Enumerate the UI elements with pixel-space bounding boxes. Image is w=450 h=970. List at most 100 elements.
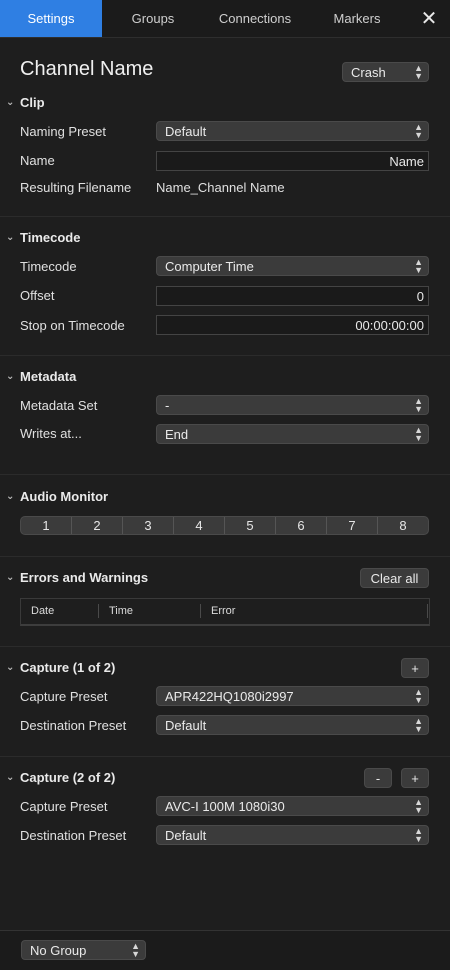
stop-on-timecode-label: Stop on Timecode — [20, 318, 125, 333]
capture-1-header-label: Capture (1 of 2) — [20, 660, 116, 675]
up-down-arrows-icon: ▲ ▼ — [414, 122, 423, 140]
up-down-arrows-icon: ▲ ▼ — [414, 396, 423, 414]
writes-at-popup[interactable]: End ▲ ▼ — [156, 424, 429, 444]
errors-section-header[interactable]: ⌄ Errors and Warnings — [6, 570, 148, 585]
divider — [0, 474, 450, 475]
metadata-set-value: - — [165, 397, 170, 413]
chevron-down-icon: ⌄ — [6, 232, 15, 243]
channel-title: Channel Name — [20, 58, 154, 80]
tab-markers[interactable]: Markers — [306, 0, 408, 37]
add-capture-button[interactable]: + — [401, 768, 429, 788]
errors-header-label: Errors and Warnings — [20, 570, 149, 585]
capture-2-destination-popup[interactable]: Default ▲ ▼ — [156, 825, 429, 845]
capture-2-preset-value: AVC-I 100M 1080i30 — [165, 798, 285, 814]
chevron-down-icon: ⌄ — [6, 572, 15, 583]
metadata-set-label: Metadata Set — [20, 398, 98, 413]
channel-mode-value: Crash — [351, 64, 386, 80]
divider — [0, 355, 450, 356]
stop-on-timecode-field[interactable]: 00:00:00:00 — [156, 315, 429, 335]
capture-2-preset-label: Capture Preset — [20, 799, 108, 814]
capture-1-destination-value: Default — [165, 717, 207, 733]
tab-groups[interactable]: Groups — [102, 0, 204, 37]
divider — [0, 216, 450, 217]
timecode-header-label: Timecode — [20, 230, 81, 245]
audio-channel-4[interactable]: 4 — [174, 517, 225, 534]
naming-preset-label: Naming Preset — [20, 124, 106, 139]
up-down-arrows-icon: ▲ ▼ — [414, 687, 423, 705]
capture-1-preset-popup[interactable]: APR422HQ1080i2997 ▲ ▼ — [156, 686, 429, 706]
name-field-value: Name — [389, 153, 424, 169]
capture-2-destination-value: Default — [165, 827, 207, 843]
offset-label: Offset — [20, 288, 55, 303]
audio-channel-2[interactable]: 2 — [72, 517, 123, 534]
audio-channel-1[interactable]: 1 — [21, 517, 72, 534]
capture-1-preset-label: Capture Preset — [20, 689, 108, 704]
name-label: Name — [20, 153, 55, 168]
resulting-filename-value: Name_Channel Name — [156, 180, 285, 195]
resulting-filename-label: Resulting Filename — [20, 180, 132, 195]
metadata-section-header[interactable]: ⌄ Metadata — [6, 369, 76, 384]
chevron-down-icon: ⌄ — [6, 371, 15, 382]
add-capture-button[interactable]: + — [401, 658, 429, 678]
chevron-down-icon: ⌄ — [6, 97, 15, 108]
group-value: No Group — [30, 942, 87, 958]
name-field[interactable]: Name — [156, 151, 429, 171]
timecode-popup[interactable]: Computer Time ▲ ▼ — [156, 256, 429, 276]
audio-channel-6[interactable]: 6 — [276, 517, 327, 534]
chevron-down-icon: ⌄ — [6, 491, 15, 502]
up-down-arrows-icon: ▲ ▼ — [131, 941, 140, 959]
chevron-down-icon: ⌄ — [6, 662, 15, 673]
channel-mode-popup[interactable]: Crash ▲ ▼ — [342, 62, 429, 82]
chevron-down-icon: ⌄ — [6, 772, 15, 783]
divider — [0, 646, 450, 647]
tab-bar: Settings Groups Connections Markers ✕ — [0, 0, 450, 38]
audio-channel-selector: 1 2 3 4 5 6 7 8 — [20, 516, 429, 535]
divider — [0, 556, 450, 557]
capture-1-destination-label: Destination Preset — [20, 718, 127, 733]
up-down-arrows-icon: ▲ ▼ — [414, 63, 423, 81]
capture-1-destination-popup[interactable]: Default ▲ ▼ — [156, 715, 429, 735]
close-icon[interactable]: ✕ — [408, 0, 450, 37]
group-popup[interactable]: No Group ▲ ▼ — [21, 940, 146, 960]
errors-column-error[interactable]: Error — [201, 599, 235, 623]
clip-header-label: Clip — [20, 95, 45, 110]
tab-settings[interactable]: Settings — [0, 0, 102, 37]
up-down-arrows-icon: ▲ ▼ — [414, 716, 423, 734]
naming-preset-popup[interactable]: Default ▲ ▼ — [156, 121, 429, 141]
up-down-arrows-icon: ▲ ▼ — [414, 826, 423, 844]
remove-capture-button[interactable]: - — [364, 768, 392, 788]
clip-section-header[interactable]: ⌄ Clip — [6, 95, 45, 110]
column-separator — [427, 604, 428, 618]
up-down-arrows-icon: ▲ ▼ — [414, 797, 423, 815]
capture-1-preset-value: APR422HQ1080i2997 — [165, 688, 294, 704]
up-down-arrows-icon: ▲ ▼ — [414, 257, 423, 275]
clear-all-button[interactable]: Clear all — [360, 568, 429, 588]
timecode-section-header[interactable]: ⌄ Timecode — [6, 230, 80, 245]
audio-channel-7[interactable]: 7 — [327, 517, 378, 534]
timecode-label: Timecode — [20, 259, 77, 274]
timecode-value: Computer Time — [165, 258, 254, 274]
metadata-header-label: Metadata — [20, 369, 77, 384]
naming-preset-value: Default — [165, 123, 207, 139]
capture-1-section-header[interactable]: ⌄ Capture (1 of 2) — [6, 660, 115, 675]
errors-column-date[interactable]: Date — [21, 599, 54, 623]
up-down-arrows-icon: ▲ ▼ — [414, 425, 423, 443]
audio-monitor-section-header[interactable]: ⌄ Audio Monitor — [6, 489, 108, 504]
capture-2-header-label: Capture (2 of 2) — [20, 770, 116, 785]
metadata-set-popup[interactable]: - ▲ ▼ — [156, 395, 429, 415]
stop-on-timecode-value: 00:00:00:00 — [355, 317, 424, 333]
audio-channel-5[interactable]: 5 — [225, 517, 276, 534]
tab-connections[interactable]: Connections — [204, 0, 306, 37]
errors-table: Date Time Error — [20, 598, 430, 626]
capture-2-destination-label: Destination Preset — [20, 828, 127, 843]
capture-2-preset-popup[interactable]: AVC-I 100M 1080i30 ▲ ▼ — [156, 796, 429, 816]
divider — [0, 756, 450, 757]
audio-channel-8[interactable]: 8 — [378, 517, 428, 534]
errors-column-time[interactable]: Time — [99, 599, 133, 623]
audio-monitor-header-label: Audio Monitor — [20, 489, 109, 504]
writes-at-label: Writes at... — [20, 426, 82, 441]
capture-2-section-header[interactable]: ⌄ Capture (2 of 2) — [6, 770, 115, 785]
writes-at-value: End — [165, 426, 189, 442]
audio-channel-3[interactable]: 3 — [123, 517, 174, 534]
offset-field[interactable]: 0 — [156, 286, 429, 306]
